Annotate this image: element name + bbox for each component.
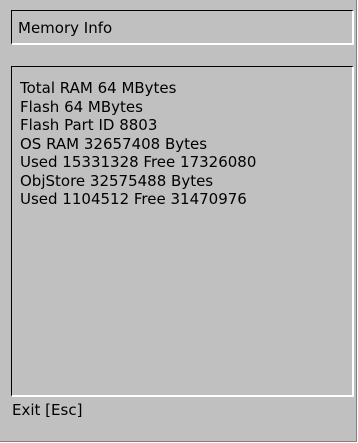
info-line-objstore-usage: Used 1104512 Free 31470976 <box>20 190 247 208</box>
memory-info-list: Total RAM 64 MBytes Flash 64 MBytes Flas… <box>20 79 256 209</box>
window-title: Memory Info <box>18 19 113 37</box>
info-line-total-ram: Total RAM 64 MBytes <box>20 79 177 97</box>
title-box: Memory Info <box>11 10 354 45</box>
memory-info-panel: Total RAM 64 MBytes Flash 64 MBytes Flas… <box>11 66 354 397</box>
exit-button[interactable]: Exit [Esc] <box>12 402 82 419</box>
info-line-flash: Flash 64 MBytes <box>20 97 143 116</box>
info-line-objstore: ObjStore 32575488 Bytes <box>20 171 214 190</box>
info-line-flash-part-id: Flash Part ID 8803 <box>20 116 158 134</box>
info-line-os-ram: OS RAM 32657408 Bytes <box>20 134 208 153</box>
info-line-os-ram-usage: Used 15331328 Free 17326080 <box>20 153 257 171</box>
memory-info-window: Memory Info Total RAM 64 MBytes Flash 64… <box>0 0 357 442</box>
